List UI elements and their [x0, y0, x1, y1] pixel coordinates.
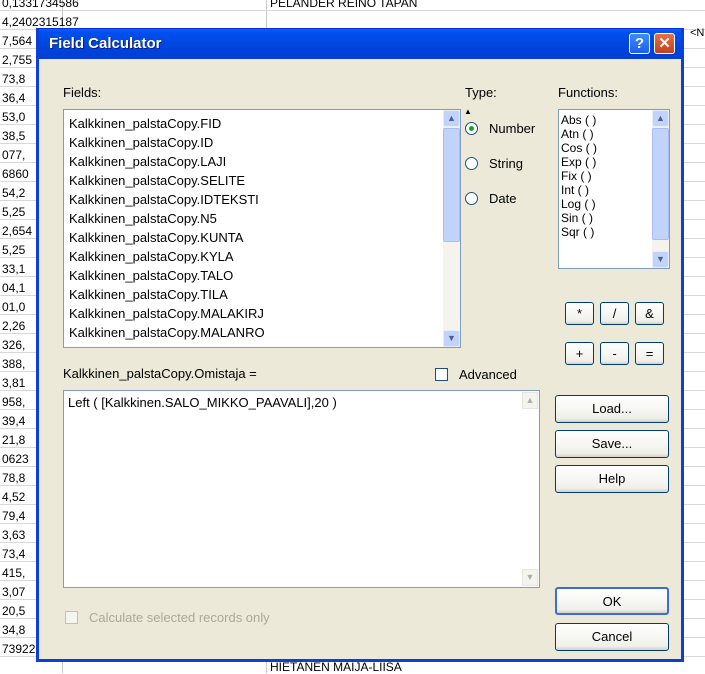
background-cell: 21,8: [2, 433, 26, 447]
functions-label: Functions:: [558, 85, 618, 100]
functions-scrollbar[interactable]: ▲ ▼: [652, 110, 669, 268]
close-button[interactable]: ✕: [654, 33, 675, 54]
field-item[interactable]: Kalkkinen_palstaCopy.SELITE: [64, 171, 460, 190]
field-item[interactable]: Kalkkinen_palstaCopy.MALANRO: [64, 323, 460, 342]
title-bar[interactable]: Field Calculator ? ✕: [39, 29, 681, 59]
background-cell: 4,2402315187: [2, 15, 79, 29]
background-cell: 326,: [2, 338, 26, 352]
background-cell: 6860: [2, 167, 29, 181]
fields-list[interactable]: Kalkkinen_palstaCopy.FID Kalkkinen_palsta…: [63, 109, 461, 348]
background-cell: 53,0: [2, 110, 26, 124]
type-radio-number[interactable]: [465, 122, 478, 135]
dialog-title: Field Calculator: [49, 35, 162, 52]
background-name-bottom: HIETANEN MAIJA-LIISA: [270, 660, 402, 674]
expression-label: Kalkkinen_palstaCopy.Omistaja =: [63, 366, 257, 381]
operator-multiply-button[interactable]: *: [565, 302, 594, 325]
expression-textbox[interactable]: Left ( [Kalkkinen.SALO_MIKKO_PAAVALI],20…: [63, 390, 540, 588]
background-cell: 01,0: [2, 300, 26, 314]
operator-divide-button[interactable]: /: [600, 302, 629, 325]
scroll-up-icon: ▲: [522, 392, 538, 409]
background-cell: 7,564: [2, 34, 33, 48]
field-item[interactable]: Kalkkinen_palstaCopy.KUNTA: [64, 228, 460, 247]
background-cell: 36,4: [2, 91, 26, 105]
operator-minus-button[interactable]: -: [600, 342, 629, 365]
field-item[interactable]: Kalkkinen_palstaCopy.ID: [64, 133, 460, 152]
scroll-down-icon[interactable]: ▼: [652, 251, 669, 268]
scroll-down-icon: ▼: [522, 569, 538, 586]
background-cell: 34,8: [2, 623, 26, 637]
save-button[interactable]: Save...: [555, 430, 669, 458]
load-button[interactable]: Load...: [555, 395, 669, 423]
help-button[interactable]: Help: [555, 465, 669, 493]
background-cell: 54,2: [2, 186, 26, 200]
background-cell: 0623: [2, 452, 29, 466]
field-item[interactable]: Kalkkinen_palstaCopy.MALAKIRJ: [64, 304, 460, 323]
background-cell: 78,8: [2, 471, 26, 485]
insert-field-icon[interactable]: ▲: [464, 108, 472, 116]
advanced-checkbox[interactable]: [435, 368, 448, 381]
type-label-date: Date: [489, 191, 517, 206]
background-cell: 4,52: [2, 490, 26, 504]
operator-plus-button[interactable]: +: [565, 342, 594, 365]
field-calculator-dialog: Field Calculator ? ✕ Fields: Kalkkinen_p…: [36, 28, 684, 662]
field-item[interactable]: Kalkkinen_palstaCopy.IDTEKSTI: [64, 190, 460, 209]
functions-list[interactable]: Abs ( ) Atn ( ) Cos ( ) Exp ( ) Fix ( ) Int (…: [558, 109, 670, 269]
scroll-thumb[interactable]: [652, 128, 669, 240]
type-radio-string[interactable]: [465, 157, 478, 170]
fields-label: Fields:: [63, 85, 102, 100]
field-item[interactable]: Kalkkinen_palstaCopy.LAJI: [64, 152, 460, 171]
type-label-string: String: [489, 156, 523, 171]
scroll-thumb[interactable]: [443, 128, 460, 242]
background-cell: 73,8: [2, 72, 26, 86]
scroll-up-icon[interactable]: ▲: [443, 110, 460, 127]
close-icon: ✕: [658, 35, 671, 52]
ok-button[interactable]: OK: [555, 587, 669, 615]
background-cell: 04,1: [2, 281, 26, 295]
background-cell: 2,26: [2, 319, 26, 333]
operator-concat-button[interactable]: &: [635, 302, 664, 325]
advanced-label: Advanced: [459, 367, 517, 382]
field-item[interactable]: Kalkkinen_palstaCopy.TALO: [64, 266, 460, 285]
background-cell: 33,1: [2, 262, 26, 276]
background-cell: 958,: [2, 395, 26, 409]
background-cell: 3,07: [2, 585, 26, 599]
background-cell: 73,4: [2, 547, 26, 561]
scroll-down-icon[interactable]: ▼: [443, 330, 460, 347]
field-item[interactable]: Kalkkinen_palstaCopy.N5: [64, 209, 460, 228]
background-cell: 3,63: [2, 528, 26, 542]
fields-items: Kalkkinen_palstaCopy.FID Kalkkinen_palsta…: [64, 110, 460, 342]
type-radio-date[interactable]: [465, 192, 478, 205]
expression-text: Left ( [Kalkkinen.SALO_MIKKO_PAAVALI],20…: [68, 395, 337, 410]
operator-equals-button[interactable]: =: [635, 342, 664, 365]
background-cell: 0,1331734586: [2, 0, 79, 10]
background-cell: 2,755: [2, 53, 33, 67]
type-label-number: Number: [489, 121, 536, 136]
background-cell: 2,654: [2, 224, 33, 238]
background-cell: 5,25: [2, 243, 26, 257]
background-cell: 388,: [2, 357, 26, 371]
help-title-button[interactable]: ?: [629, 33, 650, 54]
field-item[interactable]: Kalkkinen_palstaCopy.KYLA: [64, 247, 460, 266]
background-right-mark: <N: [690, 27, 705, 39]
background-cell: 38,5: [2, 129, 26, 143]
background-cell: 5,25: [2, 205, 26, 219]
background-cell: 39,4: [2, 414, 26, 428]
scroll-up-icon[interactable]: ▲: [652, 110, 669, 127]
field-item[interactable]: Kalkkinen_palstaCopy.TILA: [64, 285, 460, 304]
cancel-button[interactable]: Cancel: [555, 623, 669, 651]
background-cell: 3,81: [2, 376, 26, 390]
background-cell: 79,4: [2, 509, 26, 523]
background-cell: 077,: [2, 148, 26, 162]
calculate-selected-checkbox[interactable]: [65, 611, 78, 624]
background-cell: 415,: [2, 566, 26, 580]
field-item[interactable]: Kalkkinen_palstaCopy.FID: [64, 114, 460, 133]
type-label: Type:: [465, 85, 497, 100]
fields-scrollbar[interactable]: ▲ ▼: [443, 110, 460, 347]
calculate-selected-label: Calculate selected records only: [89, 610, 270, 625]
background-cell: 20,5: [2, 604, 26, 618]
background-name-top: PELANDER REINO TAPAN: [270, 0, 418, 10]
